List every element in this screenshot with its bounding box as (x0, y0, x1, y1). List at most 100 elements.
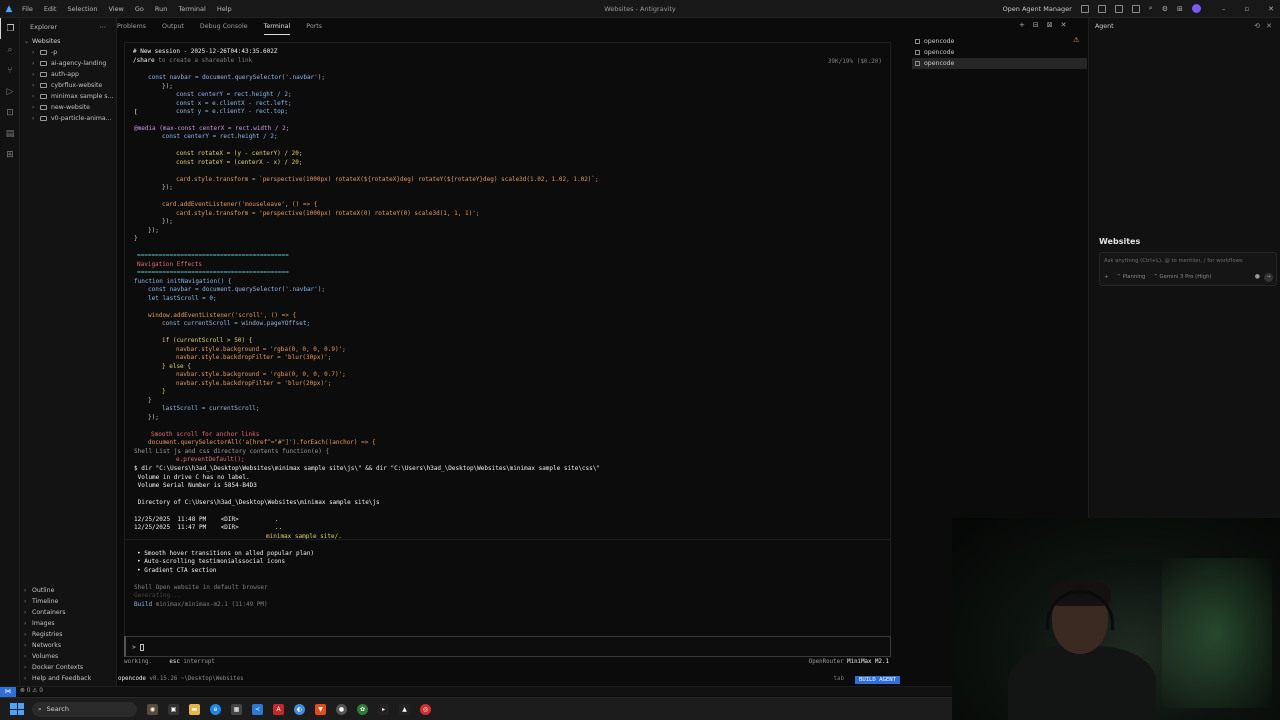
code-line: navbar.style.background = 'rgba(0, 0, 0,… (176, 371, 346, 378)
search-icon[interactable]: ⌕ (1149, 4, 1153, 13)
maximize-icon[interactable]: ▫ (1244, 5, 1249, 13)
folder-item[interactable]: › cybrflux-website (20, 80, 116, 91)
menu-terminal[interactable]: Terminal (178, 5, 205, 13)
pdf-icon[interactable]: A (273, 703, 284, 715)
section-docker-contexts[interactable]: › Docker Contexts (20, 662, 117, 673)
folder-item[interactable]: › -p (20, 47, 116, 58)
settings-icon[interactable]: ⚙ (1162, 5, 1168, 13)
menu-help[interactable]: Help (217, 5, 232, 13)
explorer-root[interactable]: ⌄ Websites (20, 36, 116, 47)
chrome-icon[interactable]: ◎ (420, 703, 431, 715)
tab-output[interactable]: Output (162, 18, 184, 35)
section-containers[interactable]: › Containers (20, 607, 117, 618)
add-terminal-icon[interactable]: + (1019, 21, 1025, 29)
title-bar: ▲ File Edit Selection View Go Run Termin… (0, 0, 1280, 18)
close-icon[interactable]: ✕ (1268, 5, 1274, 13)
task-view-icon[interactable]: ▣ (168, 703, 179, 715)
menu-file[interactable]: File (22, 5, 33, 13)
build-agent-badge[interactable]: BUILD AGENT (854, 676, 900, 684)
close-panel-icon[interactable]: ✕ (1061, 21, 1067, 29)
github-icon[interactable]: ● (336, 703, 347, 715)
more-icon[interactable]: ⋯ (100, 23, 107, 31)
menu-go[interactable]: Go (135, 5, 144, 13)
agent-manager-button[interactable]: Open Agent Manager (1003, 5, 1072, 13)
tab-terminal[interactable]: Terminal (263, 18, 291, 35)
prompt-input[interactable]: > (124, 636, 891, 657)
terminal-instance[interactable]: opencode (912, 36, 1087, 47)
brave-icon[interactable]: ▼ (315, 703, 326, 715)
layout-custom-icon[interactable] (1131, 4, 1140, 13)
split-terminal-icon[interactable]: ⊟ (1033, 21, 1039, 29)
layout-panel-icon[interactable] (1097, 4, 1106, 13)
source-control-icon[interactable]: ⑂ (0, 60, 20, 81)
code-line: const navbar = document.querySelector('.… (148, 74, 326, 81)
tab-problems[interactable]: Problems (117, 18, 146, 35)
history-icon[interactable]: ⟲ (1254, 22, 1260, 30)
edge-icon[interactable]: e (210, 703, 221, 715)
app-logo-icon: ▲ (5, 3, 13, 14)
store-icon[interactable]: ▦ (231, 703, 242, 715)
terminal-app-icon[interactable]: ▸ (378, 703, 389, 715)
taskbar-search[interactable]: ⌕ Search (32, 701, 137, 717)
extensions-icon[interactable]: ⊞ (1177, 5, 1183, 13)
tab-ports[interactable]: Ports (306, 18, 322, 35)
code-line: card.style.transform = `perspective(1000… (176, 176, 599, 183)
search-sidebar-icon[interactable]: ⌕ (0, 39, 20, 60)
folder-item[interactable]: › new-website (20, 102, 116, 113)
problems-count[interactable]: ⊗ 0 ⚠ 0 (20, 688, 43, 694)
terminal-instance[interactable]: opencode (912, 58, 1087, 69)
agent-chat-input[interactable]: Ask anything (Ctrl+L), @ to mention, / f… (1099, 252, 1277, 286)
terminal-instance[interactable]: opencode (912, 47, 1087, 58)
explorer-icon[interactable]: ❐ (0, 18, 20, 39)
send-icon[interactable]: → (1264, 273, 1273, 282)
docker-icon[interactable]: ▤ (0, 123, 20, 144)
section-images[interactable]: › Images (20, 618, 117, 629)
avatar[interactable] (1191, 4, 1201, 13)
app-icon[interactable]: ▲ (399, 703, 410, 715)
vscode-icon[interactable]: ≺ (252, 703, 263, 715)
run-debug-icon[interactable]: ▷ (0, 81, 20, 102)
interrupt-text: interrupt (179, 659, 215, 665)
planning-mode-dropdown[interactable]: ⌃ Planning (1116, 274, 1145, 280)
section-help-feedback[interactable]: › Help and Feedback (20, 673, 117, 684)
widgets-icon[interactable]: ◉ (147, 703, 158, 715)
remote-explorer-icon[interactable]: ⊡ (0, 102, 20, 123)
folder-item[interactable]: › ai-agency-landing (20, 58, 116, 69)
antigravity-icon[interactable]: ◐ (294, 703, 305, 715)
section-registries[interactable]: › Registries (20, 629, 117, 640)
layout-sidebar-icon[interactable] (1080, 4, 1089, 13)
menu-run[interactable]: Run (155, 5, 167, 13)
section-label: Help and Feedback (32, 675, 92, 682)
terminal-actions: + ⊟ ⊠ ✕ (1019, 21, 1067, 29)
menu-edit[interactable]: Edit (44, 5, 57, 13)
remote-icon[interactable]: ⋈ (0, 687, 16, 697)
path-label: ~\Desktop\Websites (177, 676, 244, 682)
close-agent-icon[interactable]: ✕ (1266, 22, 1272, 30)
add-context-icon[interactable]: + (1104, 274, 1108, 280)
section-volumes[interactable]: › Volumes (20, 651, 117, 662)
chatgpt-icon[interactable]: ✿ (357, 703, 368, 715)
folder-item[interactable]: › auth-app (20, 69, 116, 80)
chevron-right-icon: › (32, 115, 35, 122)
windows-start-icon[interactable] (10, 703, 24, 715)
menu-view[interactable]: View (108, 5, 123, 13)
section-networks[interactable]: › Networks (20, 640, 117, 651)
layout-secondary-icon[interactable] (1114, 4, 1123, 13)
code-line: ========================================… (137, 252, 289, 259)
folder-item[interactable]: › minimax sample s... (20, 91, 116, 102)
section-timeline[interactable]: › Timeline (20, 596, 117, 607)
folder-label: -p (51, 49, 58, 56)
extensions-sidebar-icon[interactable]: ⊞ (0, 144, 20, 165)
menu-selection[interactable]: Selection (67, 5, 97, 13)
microphone-icon[interactable]: ● (1255, 273, 1260, 280)
file-explorer-icon[interactable]: ▬ (189, 703, 200, 715)
chevron-right-icon: › (32, 93, 35, 100)
kill-terminal-icon[interactable]: ⊠ (1047, 21, 1053, 29)
folder-item[interactable]: › v0-particle-anima... (20, 113, 116, 124)
terminal-output[interactable]: # New session - 2025-12-26T04:43:35.602Z… (124, 42, 891, 642)
tab-debug-console[interactable]: Debug Console (200, 18, 248, 35)
section-outline[interactable]: › Outline (20, 585, 117, 596)
model-dropdown[interactable]: ⌃ Gemini 3 Pro (High) (1153, 274, 1211, 280)
dir-command: $ dir "C:\Users\h3ad_\Desktop\Websites\m… (134, 465, 600, 472)
minimize-icon[interactable]: – (1222, 5, 1226, 13)
